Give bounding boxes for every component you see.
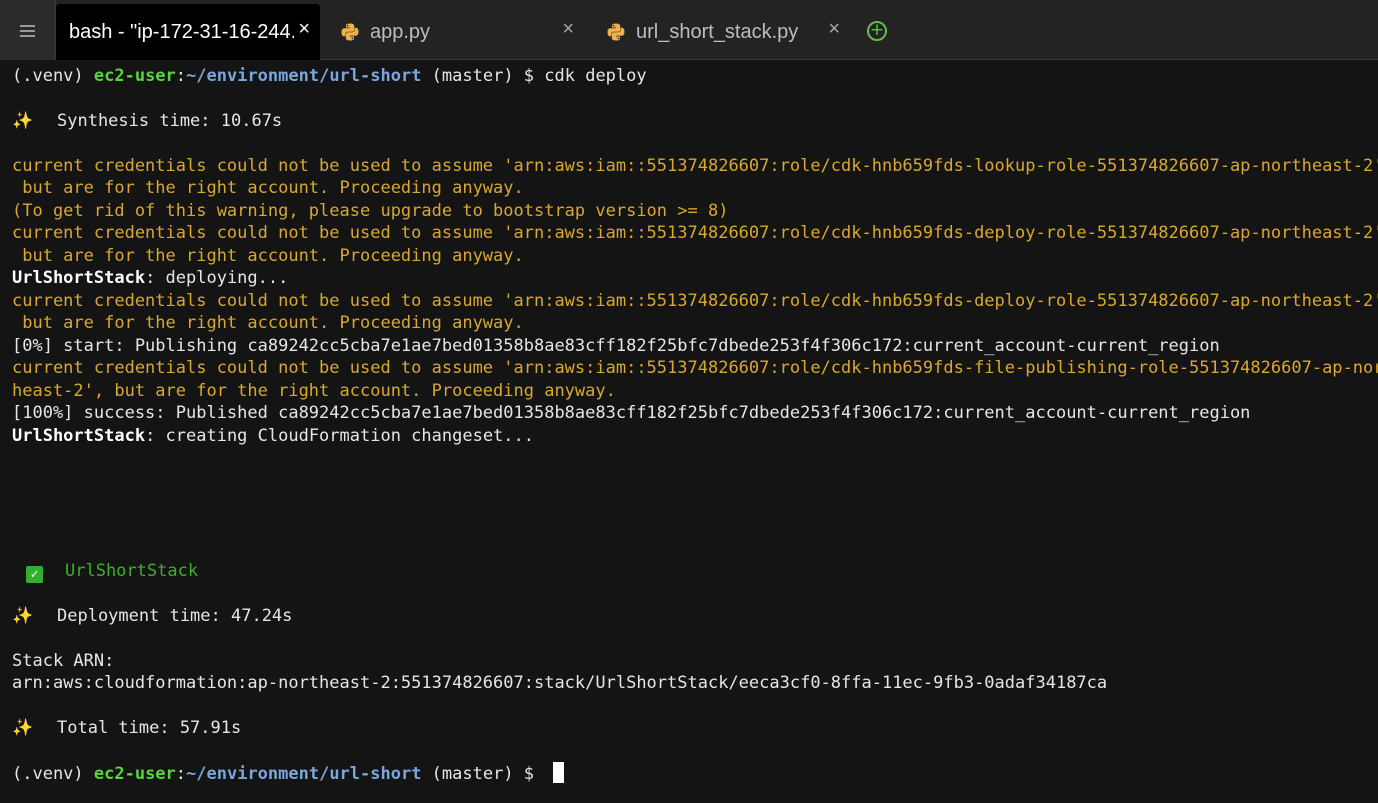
- sparkle-icon: ✨: [12, 111, 34, 131]
- warning-line: (To get rid of this warning, please upgr…: [12, 201, 729, 221]
- total-time-line: ✨ Total time: 57.91s: [12, 717, 241, 739]
- tab-label: bash - "ip-172-31-16-244.: [69, 20, 294, 43]
- prompt-path: ~/environment/url-short: [186, 66, 422, 86]
- add-tab-icon[interactable]: +: [867, 21, 887, 41]
- sparkle-icon: ✨: [12, 718, 34, 738]
- tab-app-py[interactable]: app.py ×: [320, 4, 586, 60]
- warning-line: but are for the right account. Proceedin…: [12, 246, 524, 266]
- menu-button[interactable]: [0, 0, 56, 60]
- check-icon: ✓: [26, 566, 43, 583]
- prompt-user: ec2-user: [93, 764, 176, 784]
- tab-label: app.py: [370, 20, 431, 43]
- prompt-line: (.venv) ec2-user:~/environment/url-short…: [12, 762, 565, 784]
- prompt-branch: (master) $: [421, 764, 545, 784]
- stack-name: UrlShortStack: [12, 426, 146, 446]
- python-icon: [607, 23, 625, 41]
- stack-arn-label: Stack ARN:: [12, 651, 115, 671]
- sparkle-icon: ✨: [12, 606, 34, 626]
- close-icon[interactable]: ×: [828, 18, 840, 41]
- prompt-venv: (.venv): [12, 764, 94, 784]
- prompt-line: (.venv) ec2-user:~/environment/url-short…: [12, 65, 647, 87]
- success-stack-name: UrlShortStack: [65, 561, 199, 581]
- tab-bash[interactable]: bash - "ip-172-31-16-244. ×: [56, 4, 320, 60]
- prompt-branch: (master) $: [421, 66, 545, 86]
- stack-name: UrlShortStack: [12, 268, 146, 288]
- tab-url-short-stack-py[interactable]: url_short_stack.py ×: [586, 4, 852, 60]
- close-icon[interactable]: ×: [562, 18, 574, 41]
- prompt-user: ec2-user: [93, 66, 176, 86]
- warning-line: current credentials could not be used to…: [12, 156, 1378, 176]
- tab-label: url_short_stack.py: [636, 20, 799, 43]
- synthesis-line: ✨ Synthesis time: 10.67s: [12, 110, 282, 132]
- prompt-sep: :: [175, 764, 187, 784]
- prompt-command: cdk deploy: [544, 66, 647, 86]
- tab-bar: bash - "ip-172-31-16-244. × app.py × url…: [0, 0, 1378, 60]
- warning-line: current credentials could not be used to…: [12, 291, 1378, 311]
- warning-line: current credentials could not be used to…: [12, 223, 1378, 243]
- changeset-line: UrlShortStack: creating CloudFormation c…: [12, 425, 534, 447]
- deploying-line: UrlShortStack: deploying...: [12, 267, 288, 289]
- warning-line: heast-2', but are for the right account.…: [12, 381, 616, 401]
- synthesis-text: Synthesis time: 10.67s: [57, 111, 283, 131]
- terminal-cursor: [553, 762, 565, 783]
- warning-line: but are for the right account. Proceedin…: [12, 178, 524, 198]
- warning-line: but are for the right account. Proceedin…: [12, 313, 524, 333]
- success-line: ✓ UrlShortStack: [12, 560, 199, 583]
- close-icon[interactable]: ×: [298, 18, 310, 41]
- prompt-sep: :: [175, 66, 187, 86]
- total-time-text: Total time: 57.91s: [57, 718, 242, 738]
- publish-success-line: [100%] success: Published ca89242cc5cba7…: [12, 403, 1251, 423]
- changeset-text: : creating CloudFormation changeset...: [145, 426, 534, 446]
- terminal-output[interactable]: (.venv) ec2-user:~/environment/url-short…: [0, 61, 1378, 803]
- hamburger-icon: [20, 24, 35, 37]
- stack-arn-value: arn:aws:cloudformation:ap-northeast-2:55…: [12, 673, 1108, 693]
- prompt-venv: (.venv): [12, 66, 94, 86]
- publish-start-line: [0%] start: Publishing ca89242cc5cba7e1a…: [12, 336, 1220, 356]
- python-icon: [341, 23, 359, 41]
- prompt-path: ~/environment/url-short: [186, 764, 422, 784]
- warning-line: current credentials could not be used to…: [12, 358, 1378, 378]
- deploying-text: : deploying...: [145, 268, 289, 288]
- deployment-time-line: ✨ Deployment time: 47.24s: [12, 605, 292, 627]
- deployment-time-text: Deployment time: 47.24s: [57, 606, 293, 626]
